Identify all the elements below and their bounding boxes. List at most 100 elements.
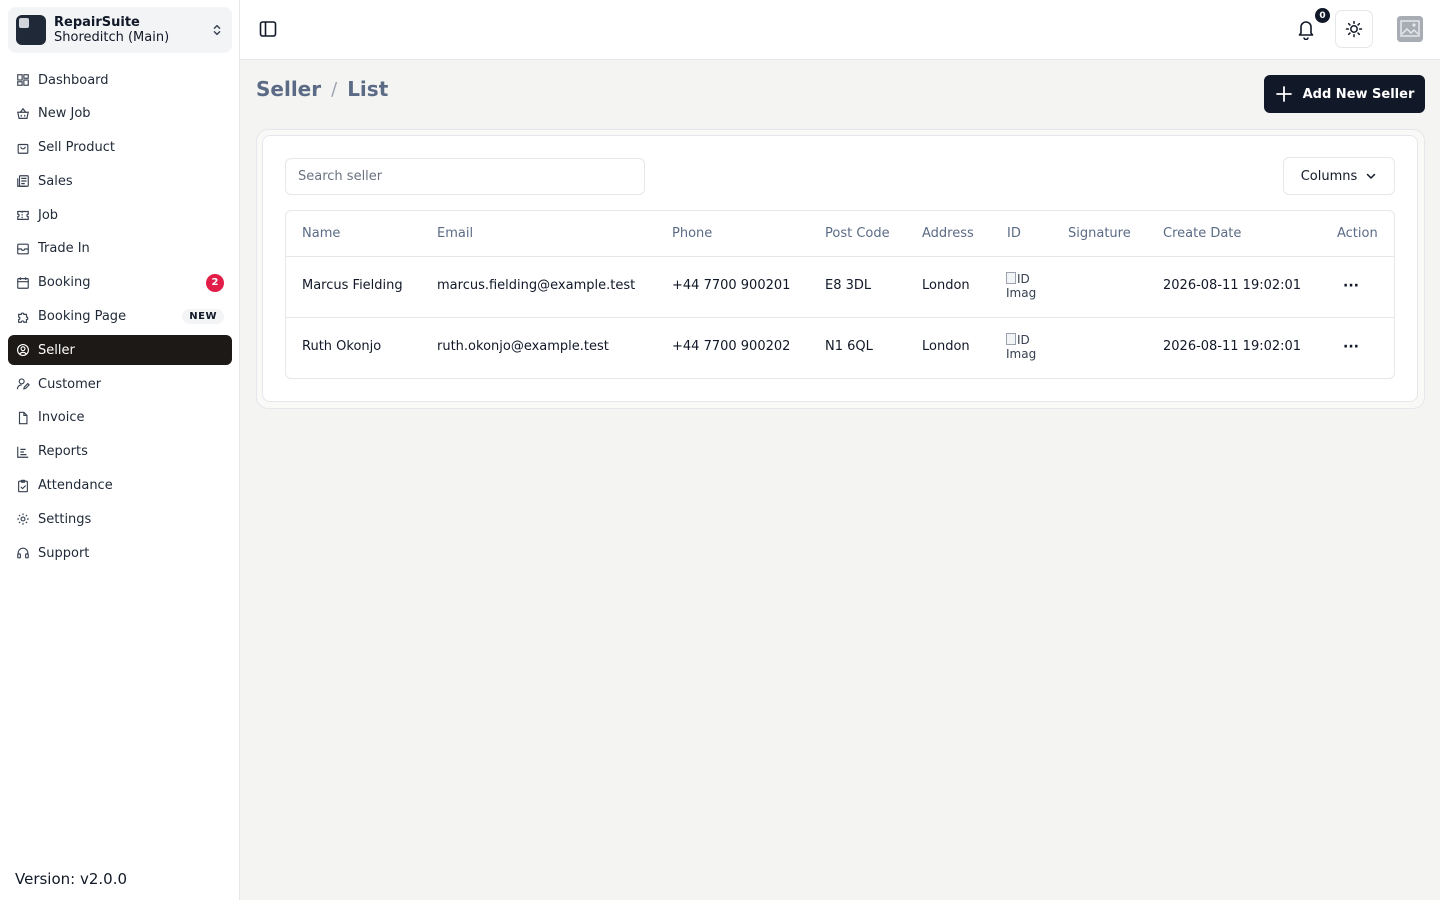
user-avatar[interactable] — [1397, 16, 1423, 42]
topbar: 0 — [240, 0, 1440, 60]
sidebar-item-label: Job — [38, 207, 59, 223]
brand-text: RepairSuite Shoreditch (Main) — [54, 15, 210, 45]
receipt-list-icon — [17, 175, 29, 188]
id-image[interactable]: ID Image — [1006, 272, 1037, 303]
branch-location: Shoreditch (Main) — [54, 30, 170, 45]
sidebar-nav: Dashboard New Job Sell Product Sales Job… — [8, 65, 232, 572]
ticket-icon — [17, 211, 29, 221]
sidebar-item-label: Trade In — [38, 241, 90, 257]
brand-logo — [16, 15, 46, 45]
sidebar-item-label: Seller — [38, 342, 75, 358]
sidebar-item-invoice[interactable]: Invoice — [8, 403, 232, 433]
broken-image-icon — [1006, 333, 1016, 345]
new-badge: NEW — [182, 309, 224, 325]
more-horizontal-icon: ··· — [1343, 339, 1359, 355]
user-edit-icon — [16, 378, 30, 390]
sidebar-item-booking[interactable]: Booking 2 — [8, 268, 232, 298]
row-actions-button[interactable]: ··· — [1336, 276, 1366, 296]
cell-email: ruth.okonjo@example.test — [437, 339, 609, 354]
sidebar-item-seller[interactable]: Seller — [8, 335, 232, 366]
sidebar-item-booking-page[interactable]: Booking Page NEW — [8, 302, 232, 332]
sidebar-item-trade-in[interactable]: Trade In — [8, 234, 232, 264]
image-placeholder-icon — [1397, 16, 1423, 42]
sidebar-item-label: Sales — [38, 173, 73, 189]
user-circle-icon — [17, 344, 29, 357]
sidebar-item-customer[interactable]: Customer — [8, 369, 232, 399]
sidebar-item-label: Booking Page — [38, 309, 127, 325]
cell-phone: +44 7700 900201 — [672, 278, 791, 293]
column-header-post-code[interactable]: Post Code — [825, 226, 890, 241]
sidebar-item-label: Settings — [38, 511, 92, 527]
basket-icon — [17, 107, 29, 119]
sidebar-item-sales[interactable]: Sales — [8, 166, 232, 196]
columns-label: Columns — [1300, 168, 1358, 184]
sidebar-item-attendance[interactable]: Attendance — [8, 471, 232, 501]
brand-name: RepairSuite — [54, 15, 140, 30]
cell-create-date: 2026-08-11 19:02:01 — [1163, 339, 1302, 354]
cell-address: London — [922, 339, 970, 354]
sidebar-item-dashboard[interactable]: Dashboard — [8, 65, 232, 95]
gear-icon — [17, 513, 29, 526]
add-new-seller-button[interactable]: Add New Seller — [1264, 75, 1425, 113]
sidebar-item-support[interactable]: Support — [8, 538, 232, 568]
column-header-phone[interactable]: Phone — [672, 226, 712, 241]
cell-post-code: E8 3DL — [825, 278, 872, 293]
search-input[interactable] — [285, 158, 645, 195]
puzzle-icon — [18, 312, 29, 323]
sidebar-item-label: Sell Product — [38, 140, 115, 156]
archive-box-icon — [17, 243, 29, 255]
column-header-create-date[interactable]: Create Date — [1163, 226, 1241, 241]
bell-icon[interactable] — [1296, 18, 1316, 40]
column-header-signature[interactable]: Signature — [1068, 226, 1131, 241]
clipboard-check-icon — [18, 479, 28, 492]
cell-email: marcus.fielding@example.test — [437, 278, 636, 293]
table-row: Marcus Fielding marcus.fielding@example.… — [286, 257, 1394, 318]
column-header-email[interactable]: Email — [437, 226, 473, 241]
sidebar-item-label: Reports — [38, 444, 88, 460]
cell-name: Ruth Okonjo — [302, 339, 382, 354]
seller-table: Name Email Phone Post Code Address ID Si… — [285, 210, 1395, 379]
file-icon — [18, 411, 28, 425]
sidebar-item-reports[interactable]: Reports — [8, 437, 232, 467]
sidebar-item-sell-product[interactable]: Sell Product — [8, 133, 232, 163]
more-horizontal-icon: ··· — [1343, 278, 1359, 294]
column-header-id[interactable]: ID — [1007, 226, 1021, 241]
sun-icon — [1345, 20, 1363, 38]
cell-phone: +44 7700 900202 — [672, 339, 791, 354]
sidebar-toggle-icon[interactable] — [258, 19, 278, 39]
cell-post-code: N1 6QL — [825, 339, 873, 354]
sidebar-item-label: Support — [38, 545, 90, 561]
sidebar-item-label: Invoice — [38, 410, 85, 426]
sidebar-item-label: Booking — [38, 275, 91, 291]
add-new-seller-label: Add New Seller — [1302, 86, 1415, 102]
branch-switcher[interactable]: RepairSuite Shoreditch (Main) — [8, 7, 232, 53]
sidebar-item-label: Attendance — [38, 478, 113, 494]
sidebar: RepairSuite Shoreditch (Main) Dashboard … — [0, 0, 240, 900]
row-actions-button[interactable]: ··· — [1336, 337, 1366, 357]
table-header: Name Email Phone Post Code Address ID Si… — [286, 211, 1394, 257]
sidebar-item-job[interactable]: Job — [8, 200, 232, 230]
id-image[interactable]: ID Image — [1006, 333, 1037, 364]
sidebar-item-new-job[interactable]: New Job — [8, 99, 232, 129]
breadcrumb-section[interactable]: Seller — [256, 77, 321, 101]
broken-image-icon — [1006, 272, 1016, 284]
headset-icon — [17, 547, 29, 559]
column-header-address[interactable]: Address — [922, 226, 974, 241]
notification-count-badge: 0 — [1315, 8, 1330, 23]
sidebar-item-label: New Job — [38, 106, 91, 122]
column-header-name[interactable]: Name — [302, 226, 340, 241]
calendar-icon — [17, 277, 29, 289]
breadcrumb: Seller / List — [256, 77, 388, 101]
dashboard-icon — [17, 74, 29, 86]
sidebar-item-settings[interactable]: Settings — [8, 504, 232, 534]
cell-name: Marcus Fielding — [302, 278, 403, 293]
chevron-down-icon — [1367, 173, 1376, 179]
plus-icon — [1275, 86, 1292, 102]
table-row: Ruth Okonjo ruth.okonjo@example.test +44… — [286, 318, 1394, 378]
columns-dropdown-button[interactable]: Columns — [1283, 157, 1395, 195]
theme-toggle-button[interactable] — [1335, 10, 1373, 48]
breadcrumb-separator: / — [331, 78, 338, 100]
sidebar-item-label: Customer — [38, 376, 102, 392]
breadcrumb-page: List — [347, 77, 389, 101]
cell-create-date: 2026-08-11 19:02:01 — [1163, 278, 1302, 293]
